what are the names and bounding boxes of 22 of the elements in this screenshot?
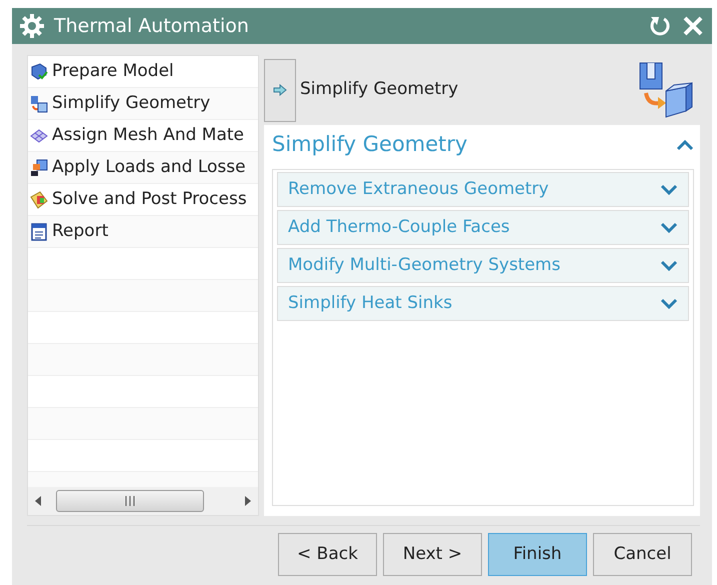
step-icon [30,126,48,144]
step-icon [30,62,48,80]
grip-icon [124,496,136,506]
scrollbar-thumb[interactable] [56,490,204,512]
horizontal-scrollbar[interactable] [28,487,258,515]
step-icon [30,158,48,176]
left-arrow-icon[interactable] [34,496,42,506]
close-button[interactable] [682,15,704,37]
dialog-button[interactable]: < Back [278,533,377,576]
dialog-button[interactable]: Finish [488,533,587,576]
reset-button[interactable] [648,14,672,38]
right-arrow-icon[interactable] [244,496,252,506]
step-icon [30,94,48,112]
step-icon [30,190,48,208]
dialog-button[interactable]: Next > [383,533,482,576]
window-title: Thermal Automation [54,14,249,39]
dialog-button[interactable]: Cancel [593,533,692,576]
arrow-icon [273,84,287,96]
step-icon [30,222,48,240]
close-icon [682,15,704,37]
reset-icon [648,14,672,38]
current-step-label: Simplify Geometry [300,78,458,102]
